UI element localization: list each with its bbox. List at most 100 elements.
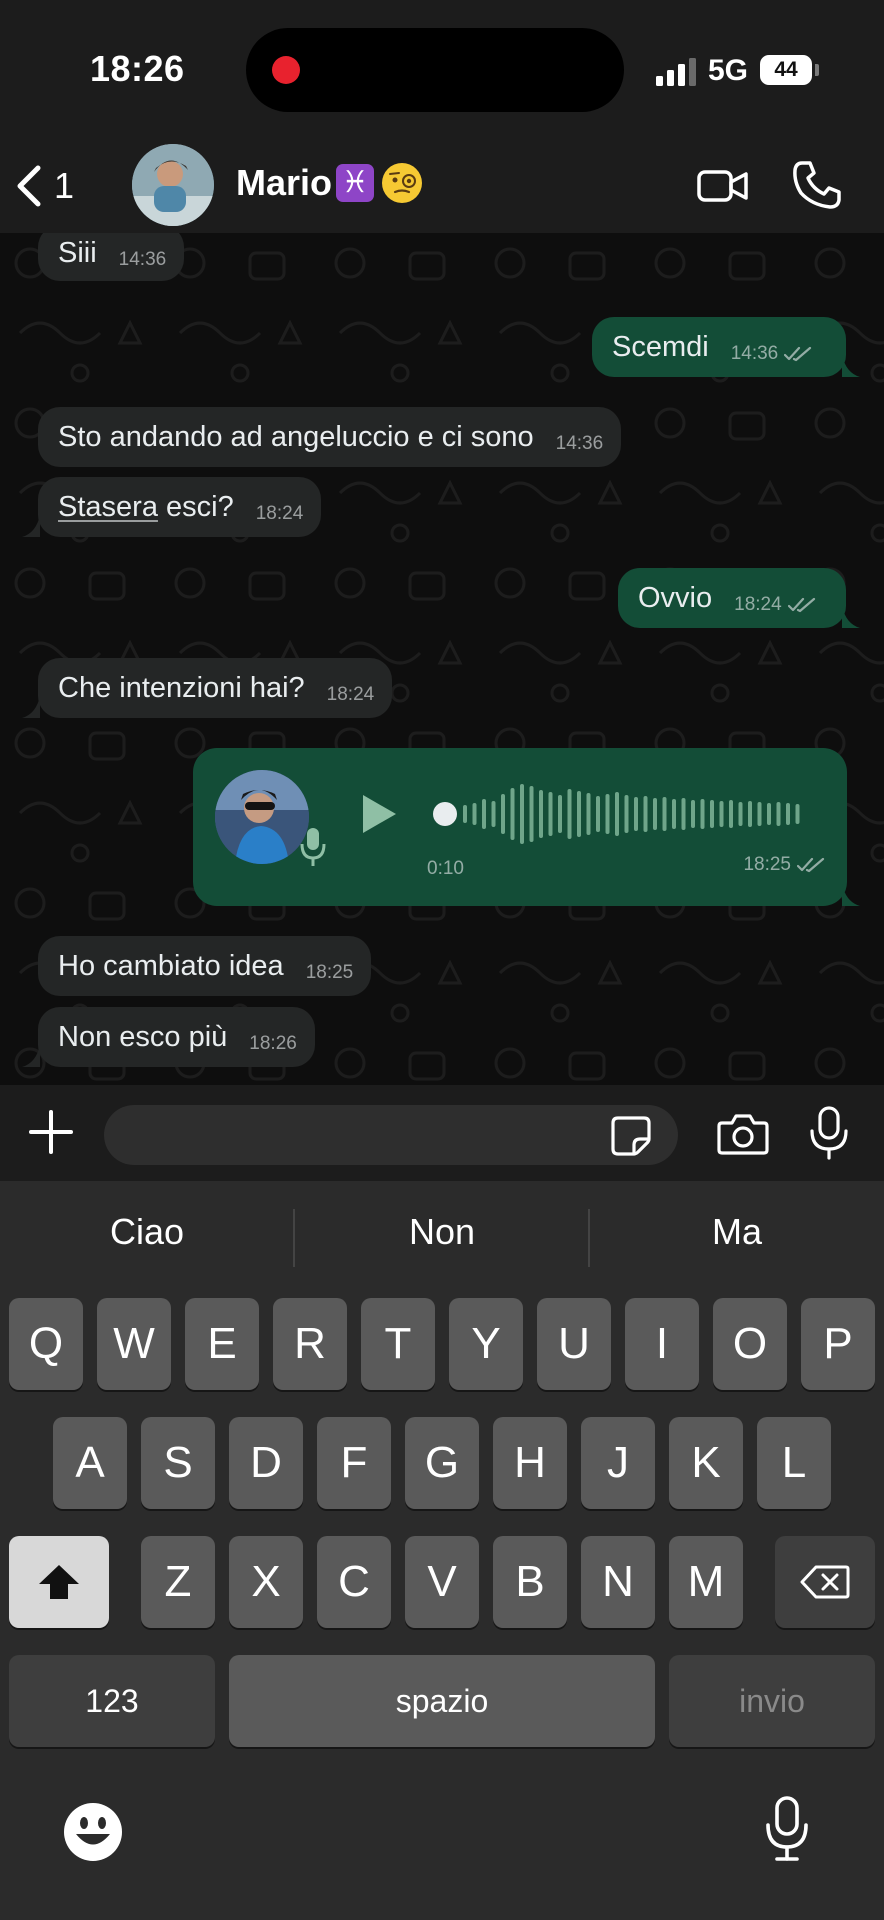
suggestion-3[interactable]: Ma	[590, 1211, 884, 1253]
waveform-bar	[539, 790, 543, 838]
waveform-bar	[662, 797, 667, 831]
dictation-microphone-icon[interactable]	[764, 1795, 810, 1863]
waveform-bar	[577, 791, 581, 837]
chat-messages-area[interactable]: Siii 14:36 Scemdi 14:36 Sto andando ad a…	[0, 233, 884, 1085]
key-a[interactable]: A	[53, 1417, 127, 1509]
contact-name[interactable]: Mario ♓	[236, 162, 423, 204]
key-f[interactable]: F	[317, 1417, 391, 1509]
message-time: 18:24	[255, 503, 304, 524]
key-w[interactable]: W	[97, 1298, 171, 1390]
waveform-bar	[491, 801, 496, 827]
key-g[interactable]: G	[405, 1417, 479, 1509]
waveform-bar	[795, 804, 800, 824]
key-d[interactable]: D	[229, 1417, 303, 1509]
waveform-bar	[586, 793, 591, 835]
message-outgoing[interactable]: Ovvio 18:24	[618, 568, 846, 628]
status-bar: 18:26 5G 44	[0, 0, 884, 140]
dynamic-island	[246, 28, 624, 112]
suggestion-2[interactable]: Non	[295, 1211, 589, 1253]
return-key[interactable]: invio	[669, 1655, 875, 1747]
phone-call-icon[interactable]	[790, 158, 844, 212]
microphone-icon[interactable]	[808, 1105, 850, 1161]
waveform-bar	[482, 799, 486, 829]
key-t[interactable]: T	[361, 1298, 435, 1390]
message-outgoing[interactable]: Scemdi 14:36	[592, 317, 846, 377]
waveform-bar	[624, 795, 629, 833]
message-text: Ovvio	[638, 581, 713, 614]
monocle-face-emoji	[382, 163, 423, 203]
message-text: Scemdi	[612, 330, 709, 363]
key-x[interactable]: X	[229, 1536, 303, 1628]
playhead[interactable]	[433, 802, 457, 826]
message-time: 14:36	[118, 249, 167, 270]
message-text-rest: esci?	[157, 490, 234, 523]
message-input[interactable]	[104, 1105, 678, 1165]
key-u[interactable]: U	[537, 1298, 611, 1390]
key-h[interactable]: H	[493, 1417, 567, 1509]
back-button[interactable]: 1	[14, 160, 104, 212]
shift-key[interactable]	[9, 1536, 109, 1628]
chat-header: 1 Mario ♓	[0, 140, 884, 233]
pisces-emoji: ♓	[336, 164, 375, 202]
video-call-icon[interactable]	[696, 162, 750, 210]
key-e[interactable]: E	[185, 1298, 259, 1390]
status-time: 18:26	[90, 48, 185, 89]
message-incoming[interactable]: Non esco più 18:26	[38, 1007, 315, 1067]
waveform-bar	[710, 800, 714, 828]
battery-indicator: 44	[760, 55, 812, 85]
key-y[interactable]: Y	[449, 1298, 523, 1390]
message-input-bar	[0, 1085, 884, 1181]
key-j[interactable]: J	[581, 1417, 655, 1509]
bubble-tail	[842, 355, 860, 377]
key-o[interactable]: O	[713, 1298, 787, 1390]
play-icon[interactable]	[359, 792, 399, 836]
key-m[interactable]: M	[669, 1536, 743, 1628]
waveform-bar	[738, 802, 743, 826]
key-c[interactable]: C	[317, 1536, 391, 1628]
numbers-key[interactable]: 123	[9, 1655, 215, 1747]
key-v[interactable]: V	[405, 1536, 479, 1628]
contact-avatar[interactable]	[132, 144, 214, 226]
cellular-signal-icon	[656, 58, 696, 86]
sticker-icon[interactable]	[610, 1115, 652, 1157]
voice-waveform[interactable]	[433, 782, 813, 846]
emoji-icon[interactable]	[62, 1801, 124, 1863]
space-key[interactable]: spazio	[229, 1655, 655, 1747]
bubble-tail	[22, 696, 40, 718]
keyboard: Ciao Non Ma QWERTYUIOP ASDFGHJKL ZXCVBNM 1…	[0, 1181, 884, 1920]
message-incoming[interactable]: Sto andando ad angeluccio e ci sono 14:3…	[38, 407, 622, 467]
key-k[interactable]: K	[669, 1417, 743, 1509]
camera-icon[interactable]	[716, 1111, 770, 1157]
unread-count: 1	[54, 165, 75, 206]
message-time: 18:25	[305, 962, 354, 983]
message-incoming[interactable]: Che intenzioni hai? 18:24	[38, 658, 393, 718]
waveform-bar	[786, 803, 790, 825]
message-incoming[interactable]: Siii 14:36	[38, 233, 185, 281]
predictive-suggestions: Ciao Non Ma	[0, 1181, 884, 1295]
key-n[interactable]: N	[581, 1536, 655, 1628]
message-incoming[interactable]: Stasera esci? 18:24	[38, 477, 322, 537]
message-time: 14:36	[730, 343, 779, 364]
key-l[interactable]: L	[757, 1417, 831, 1509]
voice-message-outgoing[interactable]: 0:10 18:25	[193, 748, 847, 906]
waveform-bar	[681, 798, 686, 830]
plus-icon[interactable]	[28, 1109, 74, 1155]
waveform-bar	[510, 788, 515, 840]
key-z[interactable]: Z	[141, 1536, 215, 1628]
message-time: 18:26	[249, 1033, 297, 1054]
waveform-bar	[653, 798, 657, 830]
delete-key[interactable]	[775, 1536, 875, 1628]
waveform-bar	[596, 796, 600, 832]
suggestion-1[interactable]: Ciao	[0, 1211, 294, 1253]
bubble-tail	[842, 606, 860, 628]
key-r[interactable]: R	[273, 1298, 347, 1390]
message-incoming[interactable]: Ho cambiato idea 18:25	[38, 936, 372, 996]
key-b[interactable]: B	[493, 1536, 567, 1628]
message-text-underlined[interactable]: Stasera	[58, 491, 158, 523]
double-check-read-icon	[797, 857, 825, 873]
key-q[interactable]: Q	[9, 1298, 83, 1390]
waveform-bar	[520, 784, 524, 844]
key-s[interactable]: S	[141, 1417, 215, 1509]
key-i[interactable]: I	[625, 1298, 699, 1390]
key-p[interactable]: P	[801, 1298, 875, 1390]
